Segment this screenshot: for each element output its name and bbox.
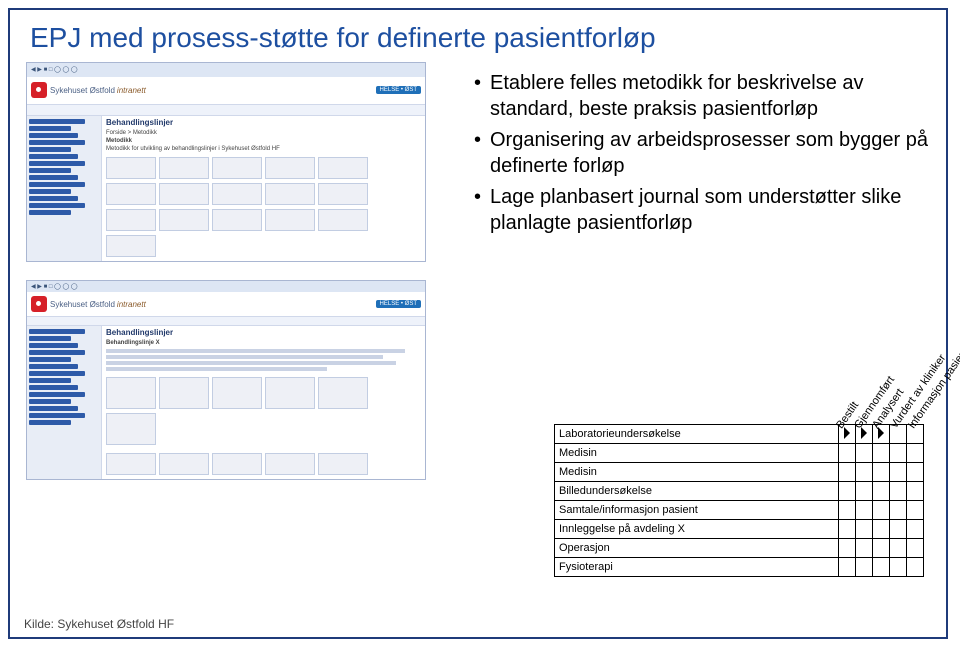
thumb2-badge: HELSE • ØST [376,300,421,308]
hospital-logo-icon [31,296,47,312]
thumb2-org: Sykehuset Østfold [50,300,115,309]
thumb1-flow [106,155,421,259]
thumb1-toolbar: ◀ ▶ ■ □ ◯ ◯ ◯ [27,63,425,77]
thumb1-badge: HELSE • ØST [376,86,421,94]
row-operasjon: Operasjon [555,539,839,558]
thumb2-brand: intranett [117,300,146,309]
thumb2-section: Behandlingslinje X [106,340,421,346]
intranet-screenshot-1: ◀ ▶ ■ □ ◯ ◯ ◯ Sykehuset Østfold intranet… [26,62,426,262]
process-grid: Bestilt Gjennomført Analysert Vurdert av… [554,424,924,577]
thumb2-flow [106,375,421,447]
bullet-3: Lage planbasert journal som understøtter… [474,184,930,237]
thumb1-sidebar [27,116,102,261]
thumb1-title: Behandlingslinjer [106,118,421,127]
bullet-2: Organisering av arbeidsprosesser som byg… [474,127,930,180]
grid-table: Laboratorieundersøkelse Medisin Medisin … [554,424,924,577]
intranet-screenshot-2: ◀ ▶ ■ □ ◯ ◯ ◯ Sykehuset Østfold intranet… [26,280,426,480]
row-medisin2: Medisin [555,463,839,482]
thumb1-org: Sykehuset Østfold [50,86,115,95]
thumb1-section: Metodikk [106,138,421,144]
slide-title: EPJ med prosess-støtte for definerte pas… [10,10,946,54]
thumb1-header: Sykehuset Østfold intranett HELSE • ØST [27,77,425,106]
thumb1-breadcrumb: Forside > Metodikk [106,130,421,136]
row-fysioterapi: Fysioterapi [555,558,839,577]
bullet-1: Etablere felles metodikk for beskrivelse… [474,70,930,123]
thumb2-toolbar: ◀ ▶ ■ □ ◯ ◯ ◯ [27,281,425,292]
thumb2-title: Behandlingslinjer [106,328,421,337]
row-lab: Laboratorieundersøkelse [555,425,839,444]
hospital-logo-icon [31,82,47,98]
thumb1-brand: intranett [117,86,146,95]
bullet-list: Etablere felles metodikk for beskrivelse… [474,70,930,236]
thumb1-heading: Metodikk for utvikling av behandlingslin… [106,146,421,152]
row-innleggelse: Innleggelse på avdeling X [555,520,839,539]
thumb1-navbar [27,105,425,116]
thumb2-sidebar [27,326,102,479]
row-samtale: Samtale/informasjon pasient [555,501,839,520]
thumb2-flow2 [106,451,421,477]
thumb2-paragraph [106,347,421,373]
row-medisin1: Medisin [555,444,839,463]
thumb2-navbar [27,317,425,326]
source-credit: Kilde: Sykehuset Østfold HF [24,617,174,631]
row-billed: Billedundersøkelse [555,482,839,501]
thumb2-header: Sykehuset Østfold intranett HELSE • ØST [27,292,425,317]
grid-column-headers: Bestilt Gjennomført Analysert Vurdert av… [834,348,924,433]
